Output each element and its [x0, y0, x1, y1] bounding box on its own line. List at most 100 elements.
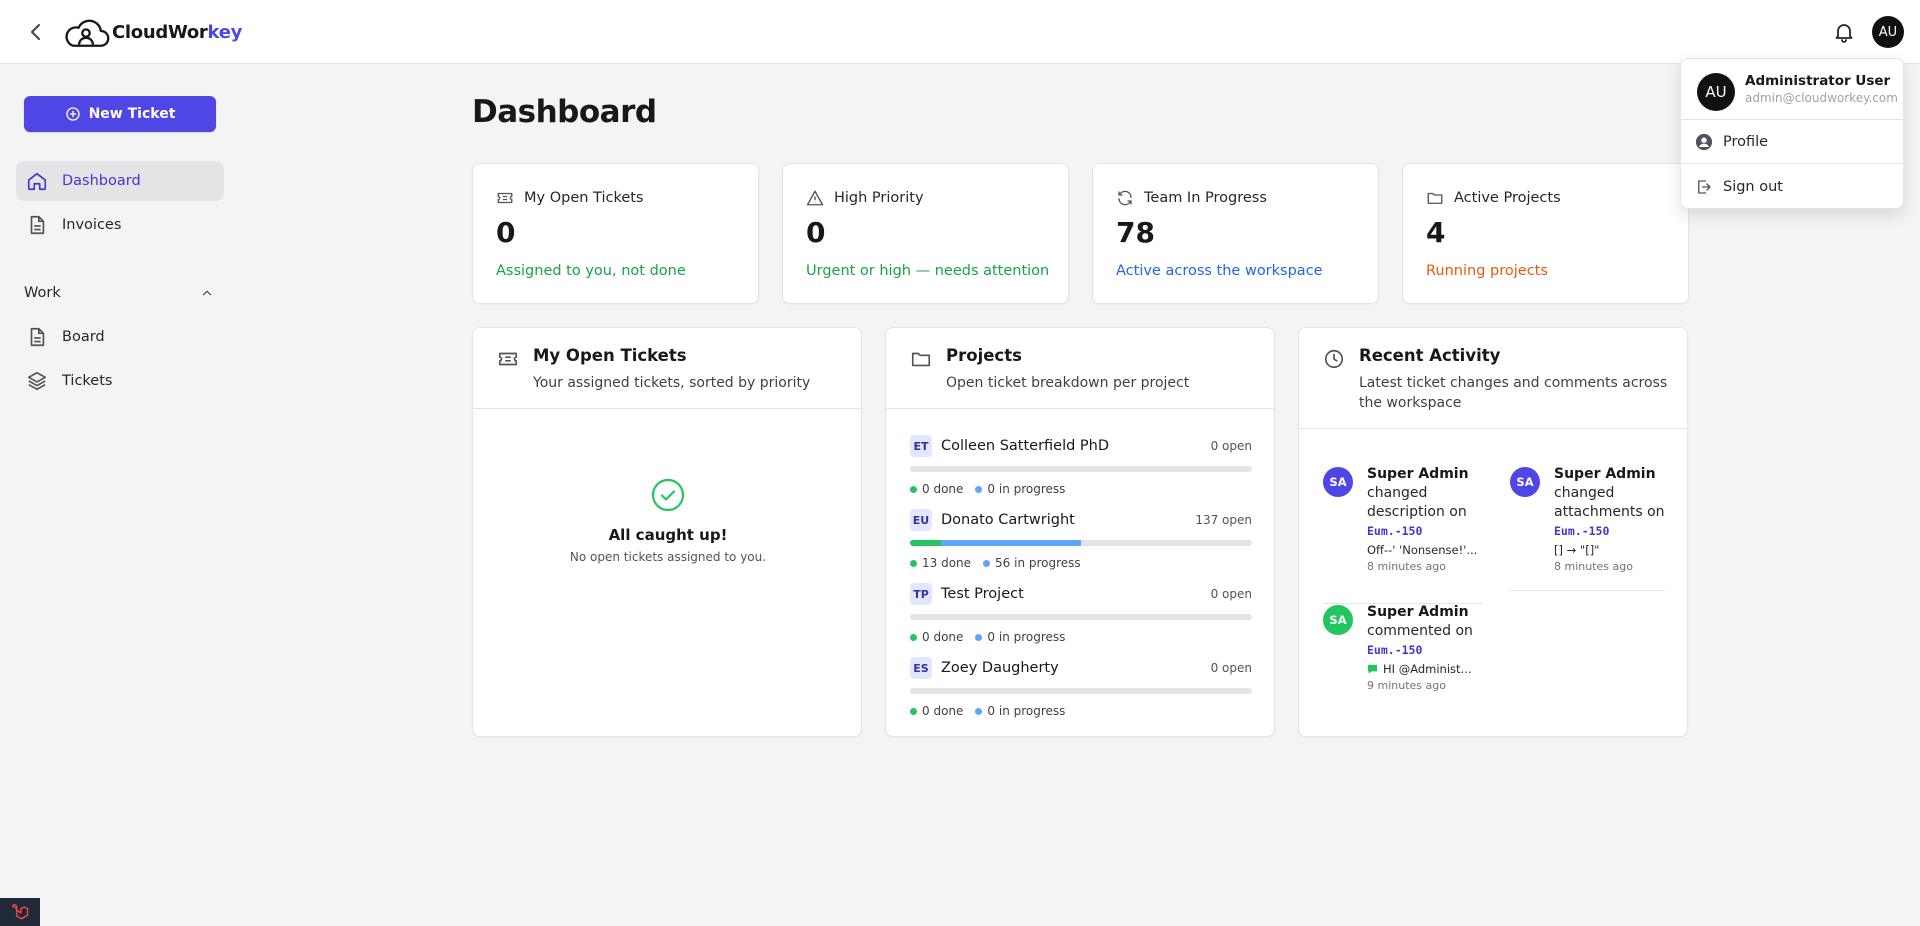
- activity-detail: Off--' 'Nonsense!'...: [1367, 543, 1478, 557]
- panel-subtitle: Open ticket breakdown per project: [946, 375, 1190, 391]
- sidebar-item-invoices[interactable]: Invoices: [16, 205, 224, 245]
- divider: [1510, 590, 1665, 591]
- project-in-progress-count: 0 in progress: [987, 482, 1066, 496]
- project-open-count: 137 open: [1195, 513, 1252, 527]
- check-circle-icon: [651, 478, 685, 512]
- project-in-progress-count: 0 in progress: [987, 704, 1066, 718]
- sidebar-item-dashboard[interactable]: Dashboard: [16, 161, 224, 201]
- sidebar-item-board[interactable]: Board: [16, 317, 224, 357]
- stat-subtitle: Active across the workspace: [1116, 263, 1323, 279]
- folder-icon: [910, 348, 932, 370]
- activity-avatar: SA: [1323, 605, 1353, 635]
- done-dot: [910, 633, 917, 641]
- project-row[interactable]: ET Colleen Satterfield PhD 0 open 0 done…: [910, 435, 1252, 496]
- stat-value: 0: [496, 216, 516, 249]
- project-row[interactable]: ES Zoey Daugherty 0 open 0 done 0 in pro…: [910, 657, 1252, 718]
- activity-time: 9 minutes ago: [1367, 679, 1446, 692]
- project-done-count: 0 done: [922, 482, 964, 496]
- activity-ticket-code[interactable]: Eum.-150: [1554, 522, 1669, 541]
- empty-state-title: All caught up!: [608, 526, 728, 544]
- activity-item[interactable]: SA Super Admin changed attachments on Eu…: [1510, 466, 1670, 593]
- activity-detail: [] → "[]": [1554, 543, 1600, 557]
- project-name: Zoey Daugherty: [941, 660, 1059, 676]
- project-code-badge: ES: [910, 657, 932, 679]
- project-open-count: 0 open: [1210, 661, 1252, 675]
- document-icon: [26, 214, 48, 236]
- stat-card-my-open-tickets: My Open Tickets 0 Assigned to you, not d…: [472, 163, 759, 304]
- activity-action: commented on: [1367, 623, 1473, 639]
- document-icon: [26, 326, 48, 348]
- logo-text: CloudWorkey: [112, 21, 243, 43]
- stat-card-active-projects: Active Projects 4 Running projects: [1402, 163, 1689, 304]
- sidebar-item-label: Board: [62, 329, 105, 345]
- divider: [1681, 119, 1903, 120]
- project-done-count: 0 done: [922, 704, 964, 718]
- project-row[interactable]: EU Donato Cartwright 137 open 13 done 56…: [910, 509, 1252, 570]
- progress-in-progress-segment: [940, 540, 1081, 546]
- panel-subtitle: Your assigned tickets, sorted by priorit…: [533, 375, 811, 391]
- top-bar: CloudWorkey AU: [0, 0, 1920, 64]
- activity-comment: HI @Administ...: [1367, 660, 1482, 678]
- divider: [1681, 163, 1903, 164]
- progress-done-segment: [910, 540, 941, 546]
- ticket-icon: [497, 348, 519, 370]
- panel-title: Recent Activity: [1359, 346, 1501, 365]
- bell-icon[interactable]: [1832, 20, 1856, 44]
- activity-item[interactable]: SA Super Admin commented on Eum.-150 HI …: [1323, 604, 1483, 715]
- project-progress-bar: [910, 614, 1252, 620]
- panel-projects: Projects Open ticket breakdown per proje…: [885, 327, 1275, 737]
- project-in-progress-count: 56 in progress: [995, 556, 1081, 570]
- stat-subtitle: Running projects: [1426, 263, 1548, 279]
- sidebar-section-work[interactable]: Work: [24, 284, 214, 302]
- done-dot: [910, 707, 917, 715]
- project-in-progress-count: 0 in progress: [987, 630, 1066, 644]
- activity-time: 8 minutes ago: [1554, 560, 1633, 573]
- panel-recent-activity: Recent Activity Latest ticket changes an…: [1298, 327, 1688, 737]
- layers-icon: [26, 370, 48, 392]
- panel-title: Projects: [946, 346, 1022, 365]
- in-progress-dot: [983, 559, 991, 567]
- stat-card-high-priority: High Priority 0 Urgent or high — needs a…: [782, 163, 1069, 304]
- debug-toolbar-icon[interactable]: [0, 898, 40, 926]
- activity-ticket-code[interactable]: Eum.-150: [1367, 522, 1482, 541]
- activity-action: changed attachments on: [1554, 485, 1665, 520]
- stat-label: My Open Tickets: [524, 190, 644, 206]
- activity-item[interactable]: SA Super Admin changed description on Eu…: [1323, 466, 1483, 593]
- activity-avatar: SA: [1510, 467, 1540, 497]
- sidebar-item-tickets[interactable]: Tickets: [16, 361, 224, 401]
- project-progress-bar: [910, 540, 1252, 546]
- stat-value: 4: [1426, 216, 1446, 249]
- sidebar-item-label: Invoices: [62, 217, 122, 233]
- stat-value: 0: [806, 216, 826, 249]
- user-name: Administrator User: [1745, 73, 1891, 89]
- user-circle-icon: [1695, 133, 1713, 151]
- user-avatar-button[interactable]: AU: [1872, 16, 1904, 48]
- profile-menu-item[interactable]: Profile: [1695, 133, 1768, 151]
- sign-out-menu-item[interactable]: Sign out: [1695, 178, 1783, 196]
- project-row[interactable]: TP Test Project 0 open 0 done 0 in progr…: [910, 583, 1252, 644]
- new-ticket-label: New Ticket: [88, 106, 176, 122]
- user-menu-dropdown: AU Administrator User admin@cloudworkey.…: [1680, 58, 1904, 209]
- done-dot: [910, 559, 917, 567]
- chevron-up-icon: [200, 286, 214, 300]
- activity-ticket-code[interactable]: Eum.-150: [1367, 641, 1482, 660]
- comment-icon: [1367, 664, 1378, 675]
- new-ticket-button[interactable]: New Ticket: [24, 96, 216, 132]
- home-icon: [26, 170, 48, 192]
- activity-user: Super Admin: [1367, 466, 1469, 482]
- back-arrow-icon[interactable]: [24, 20, 48, 44]
- stat-subtitle: Assigned to you, not done: [496, 263, 686, 279]
- cloud-user-icon: [65, 19, 110, 47]
- project-name: Donato Cartwright: [941, 512, 1075, 528]
- panel-header: Recent Activity Latest ticket changes an…: [1299, 328, 1687, 429]
- empty-state: All caught up! No open tickets assigned …: [473, 478, 861, 564]
- activity-time: 8 minutes ago: [1367, 560, 1446, 573]
- refresh-icon: [1116, 189, 1134, 207]
- stat-label: High Priority: [834, 190, 924, 206]
- avatar: AU: [1697, 73, 1735, 111]
- page-title: Dashboard: [472, 94, 657, 130]
- project-progress-bar: [910, 466, 1252, 472]
- project-open-count: 0 open: [1210, 439, 1252, 453]
- app-logo[interactable]: CloudWorkey: [62, 14, 242, 50]
- menu-item-label: Sign out: [1723, 179, 1783, 195]
